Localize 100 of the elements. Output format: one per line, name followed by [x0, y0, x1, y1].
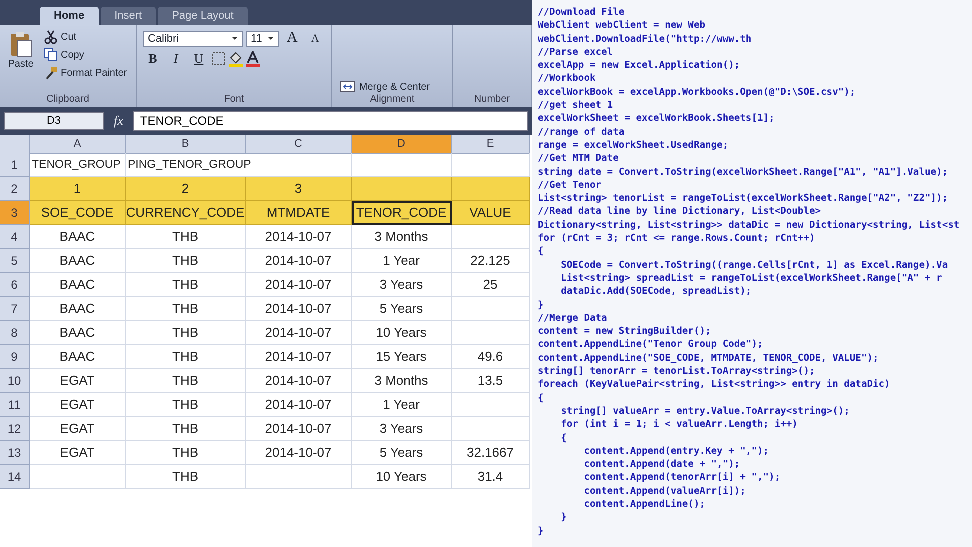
row-header[interactable]: 3: [0, 201, 30, 225]
column-header[interactable]: A: [30, 135, 126, 154]
table-cell: 10 Years: [352, 465, 452, 489]
ribbon-tab[interactable]: Home: [40, 7, 99, 25]
caret-icon: [232, 37, 238, 40]
font-name-dropdown[interactable]: Calibri: [142, 30, 243, 46]
table-cell: 2014-10-07: [246, 441, 352, 465]
table-cell: 5 Years: [352, 441, 452, 465]
code-line: //Merge Data: [538, 312, 608, 326]
table-cell: 32.1667: [452, 441, 530, 465]
code-line: excelWorkBook = excelApp.Workbooks.Open(@"D:\SOE.csv");: [538, 86, 856, 100]
formula-input[interactable]: TENOR_CODE: [133, 111, 528, 131]
table-cell: THB: [126, 369, 246, 393]
row-header[interactable]: 2: [0, 177, 30, 201]
merge-center-button[interactable]: Merge & Center: [338, 80, 432, 94]
code-line: foreach (KeyValuePair<string, List<string>> entry in dataDic): [538, 378, 890, 392]
table-cell: BAAC: [30, 273, 126, 297]
code-line: List<string> spreadList = rangeToList(excelWorkSheet.Range["A" + r: [560, 272, 942, 286]
table-cell: THB: [126, 417, 246, 441]
copy-icon: [44, 48, 58, 62]
italic-button[interactable]: I: [166, 50, 186, 68]
code-line: List<string> tenorList = rangeToList(excelWorkSheet.Range["A2", "Z2"]);: [538, 192, 948, 206]
function-button[interactable]: fx: [108, 113, 130, 129]
font-size-dropdown[interactable]: 11: [246, 30, 280, 46]
paste-button[interactable]: Paste: [6, 29, 36, 94]
grow-font-button[interactable]: A: [282, 29, 302, 48]
table-cell: 2014-10-07: [246, 369, 352, 393]
row-header[interactable]: 14: [0, 465, 30, 489]
column-header[interactable]: B: [126, 135, 246, 154]
bold-button[interactable]: B: [142, 50, 163, 68]
ribbon-tab[interactable]: Page Layout: [158, 7, 248, 25]
table-cell: 10 Years: [352, 321, 452, 345]
merge-cells-icon: [340, 81, 356, 93]
group-label: Number: [473, 94, 511, 105]
table-cell: 49.6: [452, 345, 530, 369]
code-line: {: [538, 245, 544, 259]
code-line: content = new StringBuilder();: [538, 325, 712, 338]
fill-color-icon[interactable]: [228, 51, 243, 67]
code-line: string[] valueArr = entry.Value.ToArray<string>();: [560, 404, 850, 418]
row-header[interactable]: 5: [0, 249, 30, 273]
table-cell: 3: [246, 177, 352, 201]
column-header[interactable]: E: [452, 135, 530, 154]
row-header[interactable]: 6: [0, 273, 30, 297]
row-header[interactable]: 12: [0, 417, 30, 441]
table-cell: 2014-10-07: [246, 273, 352, 297]
row-header[interactable]: 11: [0, 393, 30, 417]
code-line: content.Append(date + ",");: [583, 458, 740, 472]
font-color-icon[interactable]: [246, 51, 260, 67]
code-line: SOECode = Convert.ToString((range.Cells[rCnt, 1] as Excel.Range).Va: [560, 258, 948, 272]
table-cell: 25: [452, 273, 530, 297]
brush-icon: [44, 66, 58, 80]
table-cell: THB: [126, 273, 246, 297]
table-cell: 1 Year: [352, 249, 452, 273]
column-header[interactable]: D: [352, 135, 452, 154]
code-line: range = excelWorkSheet.UsedRange;: [538, 138, 729, 152]
table-cell: MTMDATE: [246, 201, 352, 225]
code-line: //Get MTM Date: [538, 152, 619, 166]
table-cell: EGAT: [30, 369, 126, 393]
ribbon-tab[interactable]: Insert: [100, 7, 156, 25]
table-cell: 1 Year: [352, 393, 452, 417]
row-header[interactable]: 8: [0, 321, 30, 345]
code-line: //Parse excel: [538, 46, 614, 60]
row-header[interactable]: 7: [0, 297, 30, 321]
table-cell: THB: [126, 321, 246, 345]
code-line: }: [538, 524, 544, 538]
group-label: Alignment: [369, 94, 416, 105]
row-header[interactable]: 10: [0, 369, 30, 393]
code-line: for (rCnt = 3; rCnt <= range.Rows.Count; rCnt++): [538, 232, 816, 246]
format-painter-button[interactable]: Format Painter: [42, 65, 130, 81]
code-line: //Workbook: [538, 72, 596, 86]
copy-button[interactable]: Copy: [42, 47, 130, 63]
table-cell: THB: [126, 441, 246, 465]
row-header[interactable]: 13: [0, 441, 30, 465]
code-line: webClient.DownloadFile("http://www.th: [538, 32, 752, 46]
code-line: //Download File: [538, 6, 625, 20]
table-cell: 31.4: [452, 465, 530, 489]
table-cell: 2014-10-07: [246, 225, 352, 249]
table-cell: 3 Months: [352, 225, 452, 249]
table-cell: THB: [126, 393, 246, 417]
selected-cell[interactable]: TENOR_CODE: [352, 201, 452, 225]
code-line: content.AppendLine("SOE_CODE, MTMDATE, TENOR_CODE, VALUE");: [538, 352, 879, 366]
table-cell: BAAC: [30, 297, 126, 321]
code-line: content.Append(valueArr[i]);: [583, 484, 746, 498]
table-cell: THB: [126, 249, 246, 273]
shrink-font-button[interactable]: A: [305, 32, 326, 46]
column-header[interactable]: C: [246, 135, 352, 154]
row-header[interactable]: 1: [0, 153, 30, 177]
table-cell: 2014-10-07: [246, 321, 352, 345]
code-line: content.Append(entry.Key + ",");: [583, 444, 770, 458]
code-line: //Read data line by line Dictionary, List<Double>: [538, 205, 822, 219]
table-cell: 3 Months: [352, 369, 452, 393]
table-cell: THB: [126, 225, 246, 249]
code-line: }: [560, 511, 567, 525]
row-header[interactable]: 9: [0, 345, 30, 369]
name-box[interactable]: D3: [4, 112, 104, 130]
table-cell: 2014-10-07: [246, 297, 352, 321]
row-header[interactable]: 4: [0, 225, 30, 249]
underline-button[interactable]: U: [188, 50, 209, 68]
cut-button[interactable]: Cut: [42, 29, 130, 45]
border-icon[interactable]: [212, 52, 226, 66]
